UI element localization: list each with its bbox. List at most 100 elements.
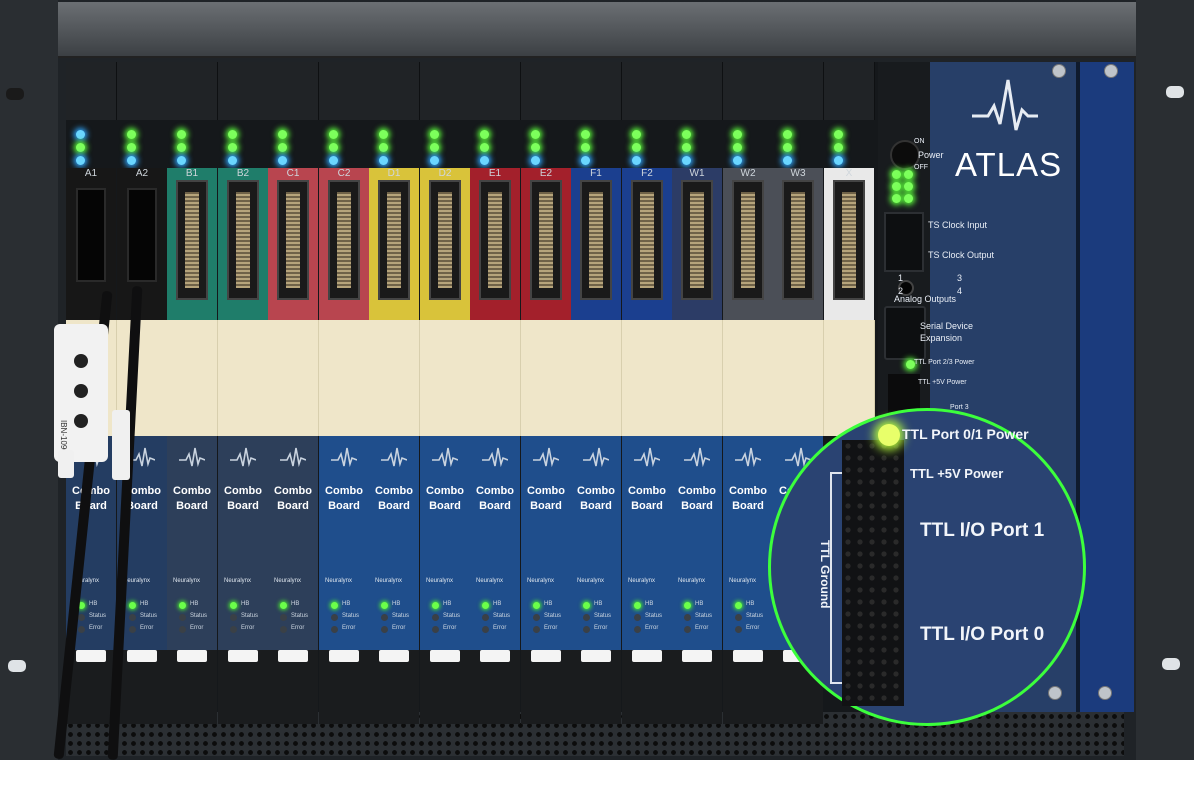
status-led [632,130,641,139]
board-latch[interactable] [622,650,672,724]
combo-board: ComboBoard Neuralynx HB Status Error [470,436,520,654]
board-latch[interactable] [521,650,571,724]
latch-tab[interactable] [228,650,258,662]
status-led [531,156,540,165]
board-title: ComboBoard [729,485,767,512]
filler-panel [420,320,471,436]
serial-device-label: Serial Device [920,321,974,331]
latch-tab[interactable] [632,650,662,662]
combo-board: ComboBoard Neuralynx HB Status Error [167,436,217,654]
power-led [892,182,901,191]
headstage-connector[interactable] [429,180,461,300]
board-latch[interactable] [117,650,167,724]
status-led [480,143,489,152]
headstage-connector[interactable] [378,180,410,300]
board-latch[interactable] [218,650,268,724]
board-status-label: Status [89,613,107,619]
board-title: ComboBoard [426,485,464,512]
status-led [682,130,691,139]
zoomed-power-led [878,424,900,446]
fiber-port[interactable] [76,188,106,282]
board-status-label: Error [544,625,558,631]
headstage-connector[interactable] [176,180,208,300]
board-title: ComboBoard [527,485,565,512]
slot-top-bracket [521,62,572,120]
headstage-connector[interactable] [277,180,309,300]
blue-side-strip [1076,62,1134,712]
board-title: ComboBoard [476,485,514,512]
board-logo-icon [280,447,306,468]
board-latch[interactable] [369,650,419,724]
power-label: Power [918,150,944,160]
status-led [76,143,85,152]
slot-label: F1 [590,168,602,179]
board-brand: Neuralynx [325,578,353,584]
combo-board: ComboBoard Neuralynx HB Status Error [218,436,268,654]
latch-tab[interactable] [329,650,359,662]
headstage-connector[interactable] [782,180,814,300]
connector-pins [640,192,654,288]
status-led [177,156,186,165]
board-status-label: Status [241,613,259,619]
filler-panel [167,320,218,436]
slot-label: D1 [387,168,401,179]
board-status-label: Status [140,613,158,619]
board-status-label: HB [241,601,250,607]
headstage-connector[interactable] [227,180,259,300]
latch-tab[interactable] [581,650,611,662]
board-brand: Neuralynx [678,578,706,584]
latch-tab[interactable] [531,650,561,662]
connector-pins [589,192,603,288]
combo-board: ComboBoard Neuralynx HB Status Error [420,436,470,654]
board-latch[interactable] [470,650,520,724]
board-status-led [331,626,338,633]
slot-top-bracket [369,62,420,120]
board-status-label: Error [291,625,305,631]
fiber-port[interactable] [127,188,157,282]
combo-board: ComboBoard Neuralynx HB Status Error [622,436,672,654]
headstage-connector[interactable] [530,180,562,300]
latch-tab[interactable] [682,650,712,662]
headstage-connector[interactable] [479,180,511,300]
board-latch[interactable] [167,650,217,724]
board-status-label: HB [443,601,452,607]
board-latch[interactable] [571,650,621,724]
board-title: ComboBoard [173,485,211,512]
status-led [733,143,742,152]
connector-pins [690,192,704,288]
board-logo-icon [482,447,508,468]
latch-tab[interactable] [278,650,308,662]
board-status-label: HB [746,601,755,607]
latch-tab[interactable] [76,650,106,662]
slot-faceplate [167,168,217,320]
headstage-connector[interactable] [732,180,764,300]
board-status-label: HB [392,601,401,607]
headstage-connector[interactable] [580,180,612,300]
board-status-label: Error [89,625,103,631]
latch-tab[interactable] [127,650,157,662]
board-latch[interactable] [268,650,318,724]
headstage-connector[interactable] [328,180,360,300]
board-status-led [381,626,388,633]
latch-tab[interactable] [733,650,763,662]
status-led [531,130,540,139]
board-logo-icon [684,447,710,468]
board-latch[interactable] [723,650,773,724]
board-status-led [432,602,439,609]
headstage-connector[interactable] [833,180,865,300]
latch-tab[interactable] [430,650,460,662]
board-latch[interactable] [319,650,369,724]
ts-clock-port[interactable] [884,212,924,272]
headstage-connector[interactable] [631,180,663,300]
slot-top-bracket [319,62,370,120]
board-status-led [280,602,287,609]
latch-tab[interactable] [379,650,409,662]
latch-tab[interactable] [177,650,207,662]
board-latch[interactable] [420,650,470,724]
board-latch[interactable] [672,650,722,724]
headstage-connector[interactable] [681,180,713,300]
slot-label: B2 [236,168,250,179]
board-brand: Neuralynx [375,578,403,584]
analog-num-1: 1 [898,273,904,283]
latch-tab[interactable] [480,650,510,662]
